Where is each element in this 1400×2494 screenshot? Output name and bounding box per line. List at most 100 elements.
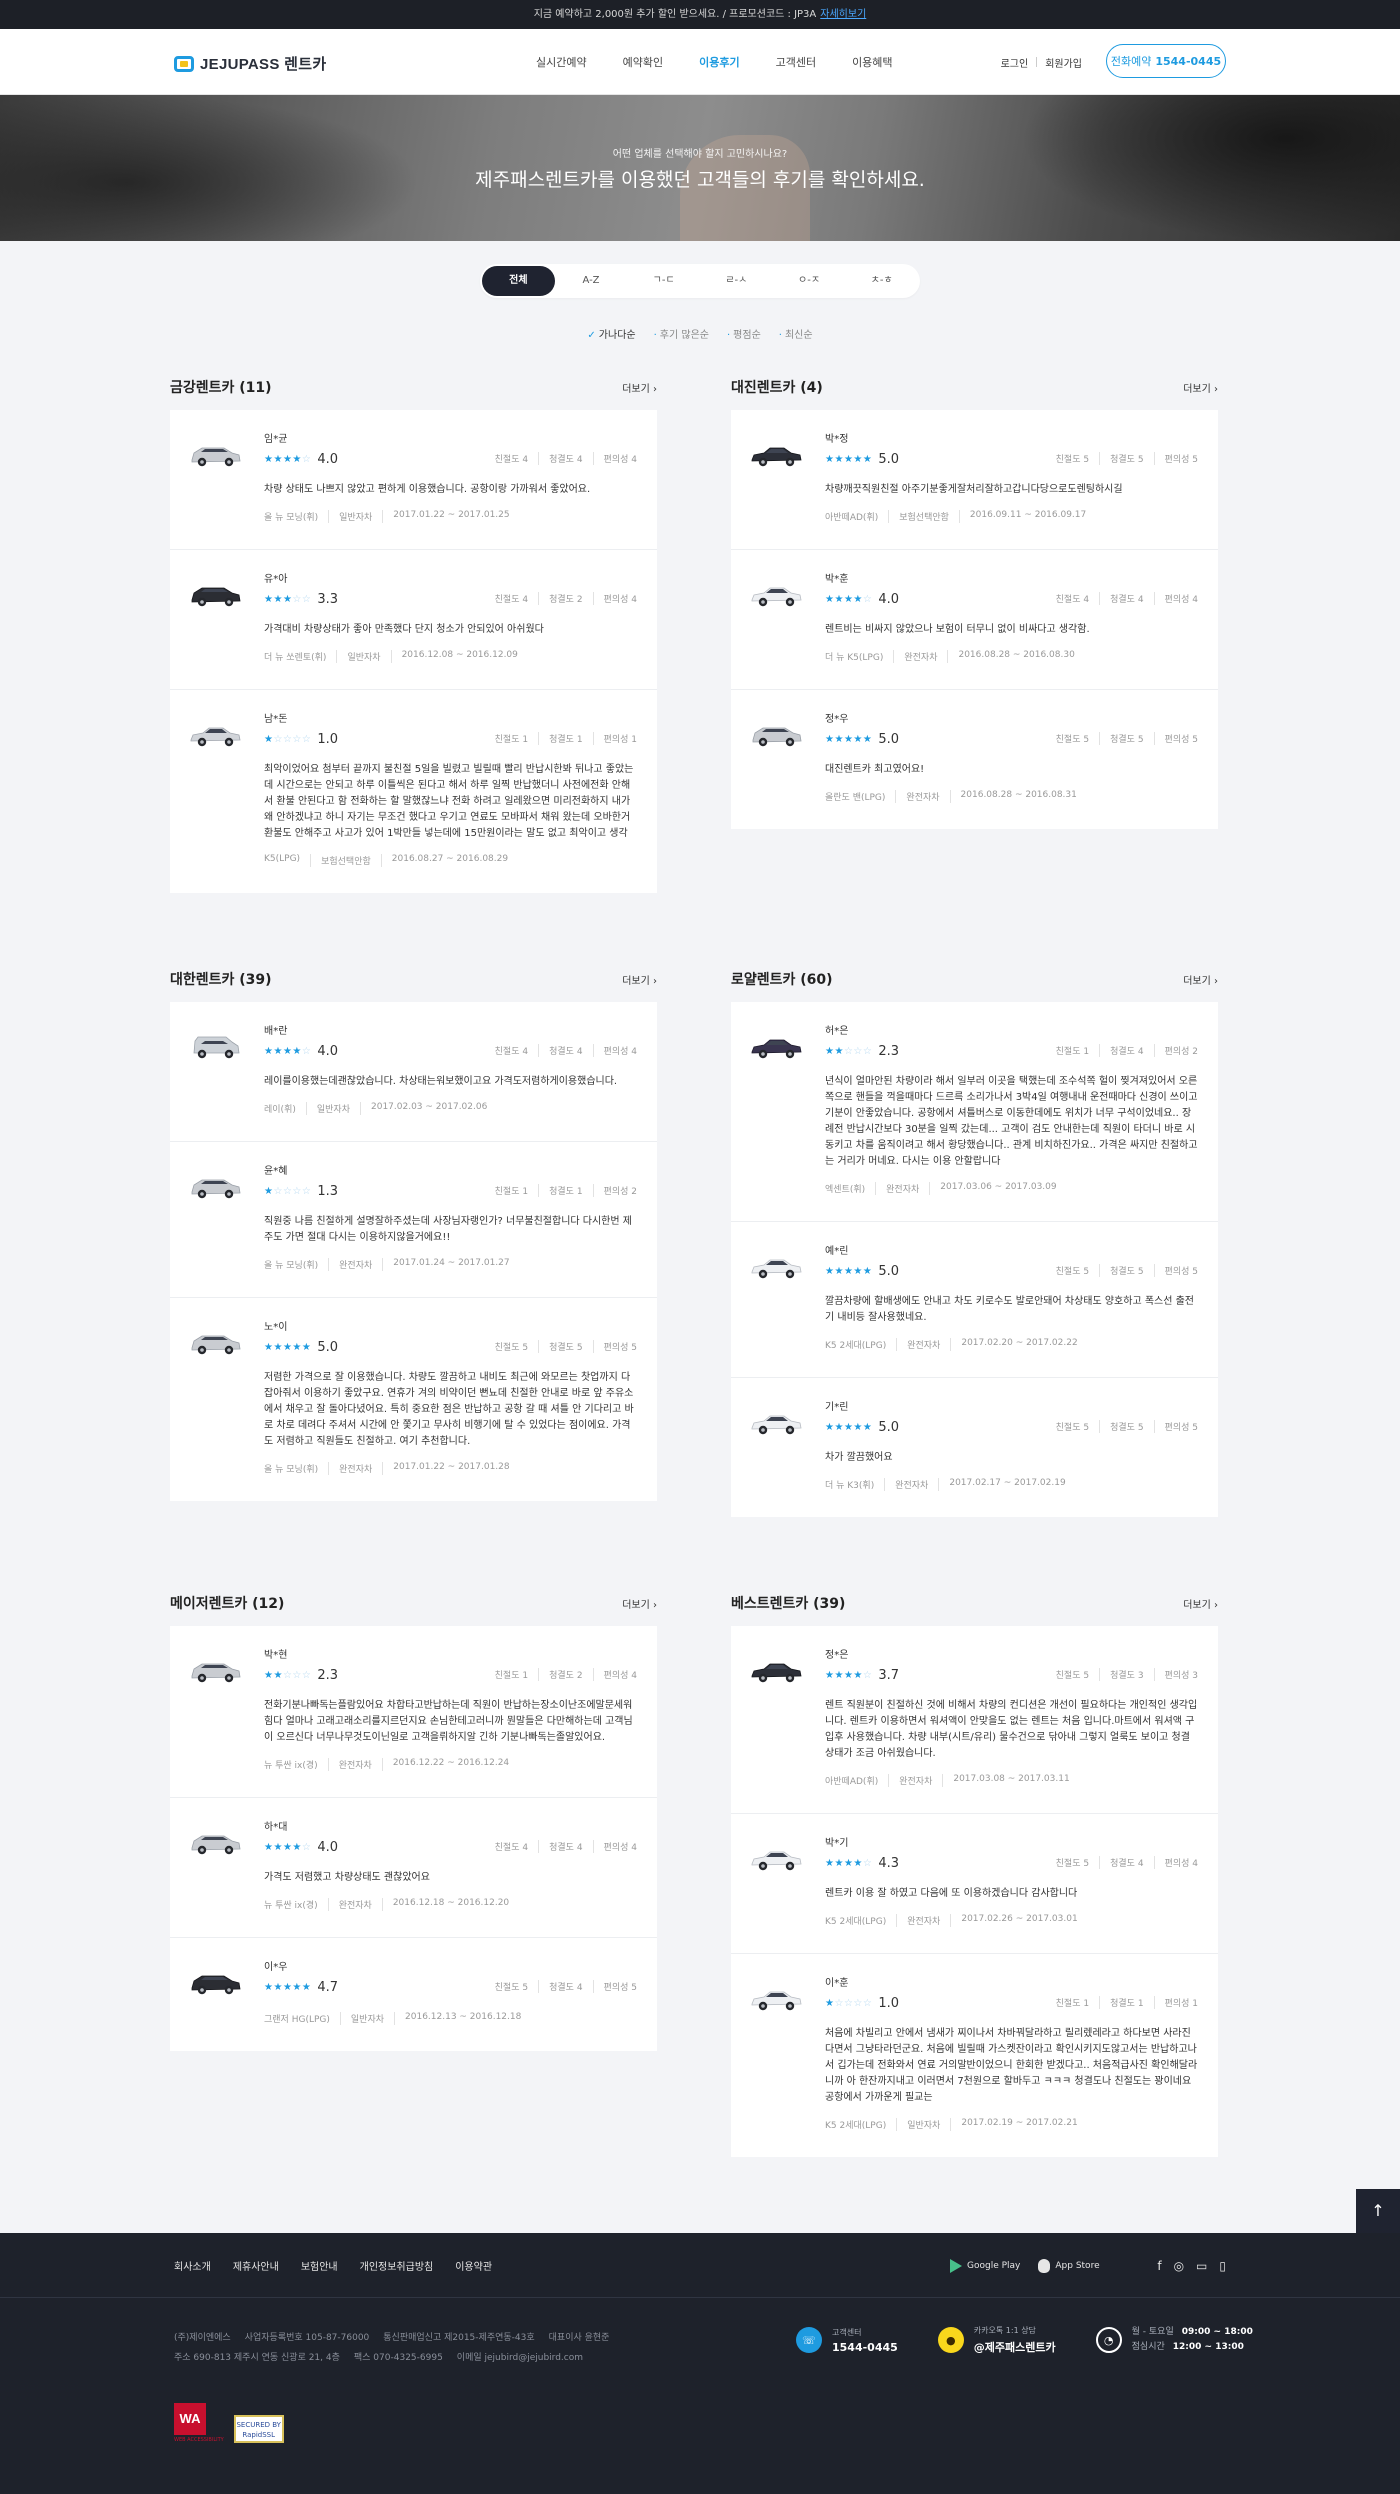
footer-link[interactable]: 개인정보취급방침: [360, 2258, 434, 2273]
sub-ratings: 친절도 5 청결도 5 편의성 5: [1056, 1420, 1198, 1433]
review-item[interactable]: 이*훈 ★☆☆☆☆ 1.0 친절도 1 청결도 1 편의성 1 처음에 차빌리고 안에서 냄…: [731, 1953, 1218, 2157]
review-item[interactable]: 남*돈 ★☆☆☆☆ 1.0 친절도 1 청결도 1 편의성 1 최악이었어요 첨부터 끝까지…: [170, 689, 657, 893]
google-play-label: Google Play: [967, 2260, 1021, 2271]
sort-option[interactable]: ✓ 가나다순: [587, 326, 635, 341]
review-item[interactable]: 하*대 ★★★★☆ 4.0 친절도 4 청결도 4 편의성 4 가격도 저렴했고 차량상태도…: [170, 1797, 657, 1937]
star-empty-icon: ☆: [862, 1857, 873, 1869]
star-empty-icon: ☆: [292, 593, 302, 605]
review-item[interactable]: 박*훈 ★★★★☆ 4.0 친절도 4 청결도 4 편의성 4 렌트비는 비싸지 않았으나 …: [731, 549, 1218, 689]
review-item[interactable]: 임*균 ★★★★☆ 4.0 친절도 4 청결도 4 편의성 4 차량 상태도 나쁘지 않았고…: [170, 410, 657, 549]
sort-option[interactable]: · 후기 많은순: [654, 326, 709, 341]
sort-option[interactable]: · 평점순: [727, 326, 761, 341]
sub-ratings: 친절도 5 청결도 5 편의성 5: [1056, 1264, 1198, 1277]
review-item[interactable]: 예*린 ★★★★★ 5.0 친절도 5 청결도 5 편의성 5 깔끔차량에 할배생에도 안내…: [731, 1221, 1218, 1377]
cs-kakao[interactable]: ● 카카오톡 1:1 상담 @제주패스렌트카: [937, 2325, 1056, 2355]
filter-tab[interactable]: 전체: [482, 266, 555, 296]
app-store-link[interactable]: App Store: [1038, 2258, 1100, 2273]
sub-rating-value: 4: [522, 1843, 529, 1853]
sub-rating-kind: 친절도 1: [1056, 1996, 1089, 2009]
nav-item[interactable]: 고객센터: [758, 54, 834, 70]
meta-insurance: 보험선택안함: [888, 510, 949, 523]
review-item[interactable]: 박*현 ★★☆☆☆ 2.3 친절도 1 청결도 2 편의성 4 전화기분나빠독는플람있어요 …: [170, 1626, 657, 1797]
hours-weekday-label: 월 - 토요일: [1131, 2327, 1174, 2337]
star-filled-icon: ★: [301, 1341, 312, 1353]
star-filled-icon: ★: [292, 1841, 302, 1853]
sub-rating-label: 친절도: [1055, 1423, 1081, 1433]
more-link[interactable]: 더보기 ›: [1183, 380, 1218, 395]
star-filled-icon: ★: [862, 733, 873, 745]
review-item[interactable]: 정*은 ★★★★☆ 3.7 친절도 5 청결도 3 편의성 3 렌트 직원분이 친절하신 것…: [731, 1626, 1218, 1813]
filter-tab[interactable]: ㄹ-ㅅ: [700, 266, 773, 296]
company-info-line: 주소 690-813 제주시 연동 신광로 21, 4층 팩스 070-4325-…: [174, 2348, 623, 2368]
google-play-link[interactable]: Google Play: [950, 2258, 1021, 2273]
filter-tab[interactable]: A-Z: [555, 266, 628, 296]
signup-link[interactable]: 회원가입: [1037, 55, 1090, 70]
phone-reservation-button[interactable]: 전화예약 1544-0445: [1106, 44, 1226, 78]
filter-tab[interactable]: ㄱ-ㄷ: [627, 266, 700, 296]
scroll-top-button[interactable]: ↑: [1356, 2189, 1400, 2233]
sub-rating-kind: 친절도 1: [1056, 1044, 1089, 1057]
company-title[interactable]: 메이저렌트카 (12): [170, 1593, 284, 1613]
sub-rating-clean: 청결도 5: [1099, 1420, 1144, 1433]
reviewer-name: 박*현: [264, 1650, 288, 1661]
review-item[interactable]: 배*란 ★★★★☆ 4.0 친절도 4 청결도 4 편의성 4 레이를이용했는데괜찮았습니다…: [170, 1002, 657, 1141]
nav-item[interactable]: 예약확인: [605, 54, 681, 70]
footer-link[interactable]: 회사소개: [174, 2258, 211, 2273]
more-link[interactable]: 더보기 ›: [622, 380, 657, 395]
company-title[interactable]: 대한렌트카 (39): [170, 969, 272, 989]
star-filled-icon: ★: [282, 1341, 293, 1353]
sub-rating-value: 4: [1192, 1859, 1198, 1869]
star-filled-icon: ★: [843, 1669, 854, 1681]
review-item[interactable]: 윤*혜 ★☆☆☆☆ 1.3 친절도 1 청결도 1 편의성 2 직원중 나름 친절하게 설명…: [170, 1141, 657, 1297]
review-item[interactable]: 박*기 ★★★★☆ 4.3 친절도 5 청결도 4 편의성 4 렌트카 이용 잘 하였고 다…: [731, 1813, 1218, 1953]
more-link[interactable]: 더보기 ›: [622, 972, 657, 987]
review-item[interactable]: 박*정 ★★★★★ 5.0 친절도 5 청결도 5 편의성 5 차량깨끗직원친절 아주기분좋…: [731, 410, 1218, 549]
nav-item[interactable]: 이용후기: [681, 54, 757, 70]
company-title[interactable]: 로얄렌트카 (60): [731, 969, 833, 989]
review-item[interactable]: 기*린 ★★★★★ 5.0 친절도 5 청결도 5 편의성 5 차가 깔끔했어요 더 뉴 K3…: [731, 1377, 1218, 1517]
review-item[interactable]: 노*이 ★★★★★ 5.0 친절도 5 청결도 5 편의성 5 저렴한 가격으로 잘 이용했…: [170, 1297, 657, 1501]
sub-rating-value: 1: [1192, 1999, 1198, 2009]
sub-rating-clean: 청결도 1: [538, 732, 583, 745]
promo-notice-link[interactable]: 자세히보기: [820, 9, 866, 20]
review-item[interactable]: 정*우 ★★★★★ 5.0 친절도 5 청결도 5 편의성 5 대진렌트카 최고였어요! 올란…: [731, 689, 1218, 829]
sub-rating-label: 청결도: [549, 1187, 574, 1197]
more-link[interactable]: 더보기 ›: [622, 1596, 657, 1611]
more-link[interactable]: 더보기 ›: [1183, 972, 1218, 987]
review-item[interactable]: 허*은 ★★☆☆☆ 2.3 친절도 1 청결도 4 편의성 2 년식이 얼마안된 차량이라 …: [731, 1002, 1218, 1221]
blog-icon[interactable]: ▭: [1196, 2259, 1207, 2273]
facebook-icon[interactable]: f: [1157, 2259, 1161, 2273]
more-link[interactable]: 더보기 ›: [1183, 1596, 1218, 1611]
login-link[interactable]: 로그인: [993, 55, 1037, 70]
review-card-list: 임*균 ★★★★☆ 4.0 친절도 4 청결도 4 편의성 4 차량 상태도 나쁘지 않았고…: [170, 410, 657, 893]
meta-period: 2016.12.13 ~ 2016.12.18: [394, 2012, 521, 2025]
footer-link[interactable]: 이용약관: [455, 2258, 492, 2273]
rating-score: 5.0: [878, 451, 900, 467]
instagram-icon[interactable]: ◎: [1174, 2259, 1184, 2273]
company-title[interactable]: 대진렌트카 (4): [731, 377, 823, 397]
review-item[interactable]: 유*아 ★★★☆☆ 3.3 친절도 4 청결도 2 편의성 4 가격대비 차량상태가 좋아 …: [170, 549, 657, 689]
meta-period: 2016.12.18 ~ 2016.12.20: [381, 1898, 509, 1911]
meta-model: 더 뉴 K3(휘): [825, 1481, 875, 1491]
company-title[interactable]: 베스트렌트카 (39): [731, 1593, 845, 1613]
review-item[interactable]: 이*우 ★★★★★ 4.7 친절도 5 청결도 4 편의성 5 그랜저 HG(LPG) 일반자…: [170, 1937, 657, 2051]
star-filled-icon: ★: [843, 1265, 854, 1277]
sort-option[interactable]: · 최신순: [779, 326, 813, 341]
nav-item[interactable]: 실시간예약: [518, 54, 605, 70]
post-icon[interactable]: ▯: [1219, 2259, 1226, 2273]
filter-tab[interactable]: ㅊ-ㅎ: [845, 266, 918, 296]
filter-tab[interactable]: ㅇ-ㅈ: [773, 266, 846, 296]
meta-period: 2017.01.22 ~ 2017.01.28: [382, 1462, 510, 1475]
chevron-right-icon: ›: [1210, 1599, 1218, 1611]
sub-rating-label: 청결도: [549, 1343, 574, 1353]
sub-rating-label: 편의성: [1164, 735, 1190, 745]
sub-rating-clean: 청결도 5: [1099, 1264, 1144, 1277]
company-title[interactable]: 금강렌트카 (11): [170, 377, 272, 397]
nav-item[interactable]: 이용혜택: [834, 54, 910, 70]
sub-rating-value: 4: [1137, 595, 1144, 605]
site-logo[interactable]: JEJUPASS 렌트카: [174, 53, 326, 74]
review-text: 대진렌트카 최고였어요!: [825, 764, 925, 775]
car-thumbnail-icon: [191, 1179, 241, 1199]
footer-link[interactable]: 제휴사안내: [233, 2258, 279, 2273]
footer-link[interactable]: 보험안내: [301, 2258, 338, 2273]
